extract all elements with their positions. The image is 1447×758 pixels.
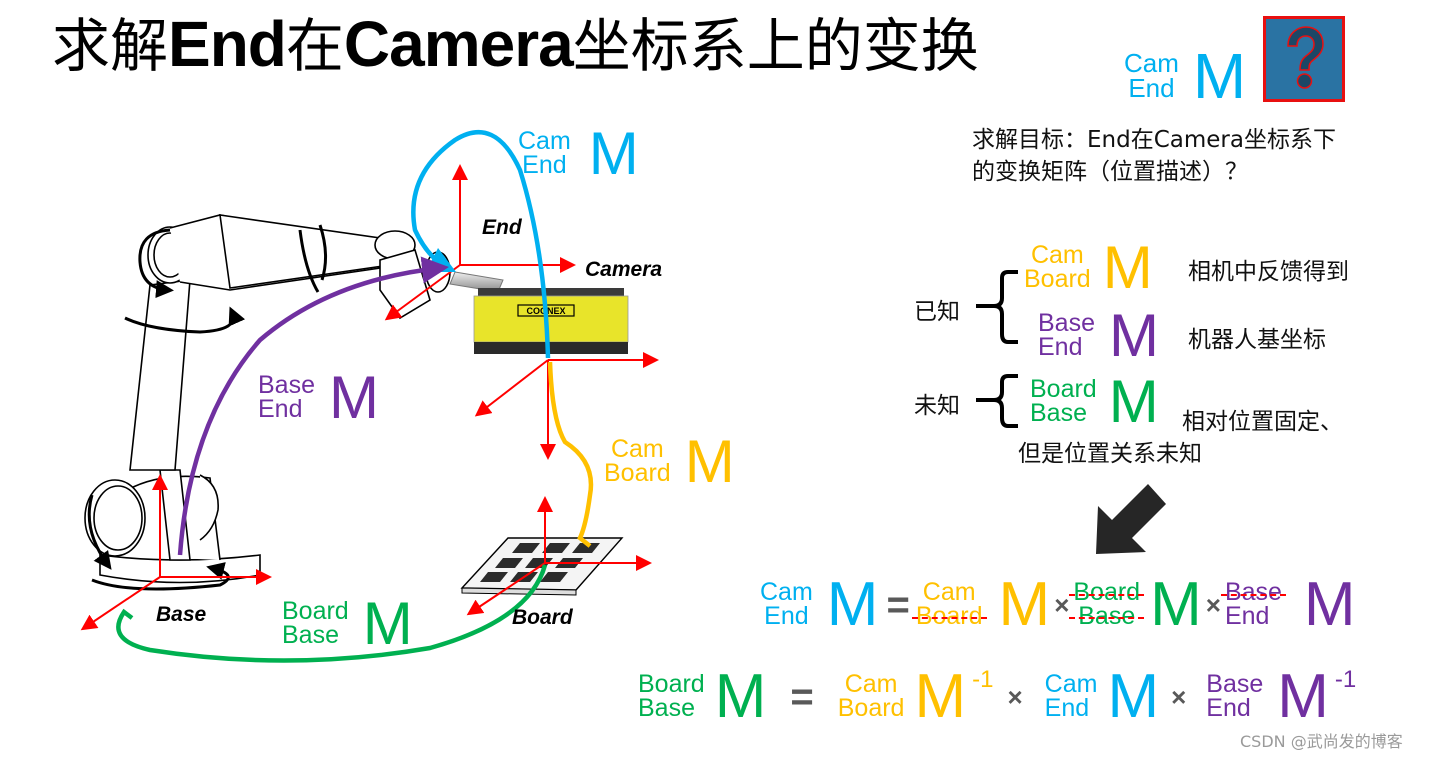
eq2-t2-exponent: -1 <box>1334 666 1357 693</box>
goal-text: 求解目标：End在Camera坐标系下 的变换矩阵（位置描述）？ <box>972 124 1336 188</box>
eq2-equals: = <box>790 674 814 719</box>
known-1-bottom: End <box>1038 333 1083 361</box>
unknown-0-bottom: Base <box>1030 399 1087 427</box>
diagram-label-base-end: Base End M <box>258 368 379 428</box>
frame-label-board: Board <box>512 606 573 629</box>
eq2-t1-symbol: M <box>1107 662 1160 731</box>
eq1-t0-bottom-struck: Board <box>911 602 987 630</box>
question-mark-icon <box>1287 26 1324 89</box>
goal-line1: 求解目标：End在Camera坐标系下 <box>972 127 1336 153</box>
eq2-term-cam-board: Cam Board M -1 <box>838 666 994 728</box>
known-matrix-cam-board: Cam Board M <box>1024 238 1153 298</box>
eq1-lhs: Cam End M <box>760 574 878 636</box>
eq2-term-base-end: Base End M -1 <box>1206 666 1356 728</box>
eq1-t1-bottom-struck: Base <box>1069 604 1144 629</box>
down-left-arrow-icon <box>1096 484 1166 554</box>
camera-device: COGNEX <box>449 271 629 354</box>
frame-label-base: Base <box>156 603 207 626</box>
diag-board-base-symbol: M <box>362 590 413 657</box>
eq1-t2-bottom: End <box>1224 602 1270 630</box>
eq1-term-cam-board: Cam Board M <box>911 570 1051 639</box>
known-1-note: 机器人基坐标 <box>1188 327 1326 353</box>
frame-label-camera: Camera <box>585 258 663 281</box>
eq1-lhs-bottom: End <box>764 602 809 630</box>
eq2-t0-bottom: Board <box>837 694 905 722</box>
unknown-0-symbol: M <box>1108 368 1159 435</box>
goal-line2: 的变换矩阵（位置描述）？ <box>972 159 1248 185</box>
eq1-times-1: × <box>1054 589 1070 620</box>
known-label: 已知 <box>914 299 960 325</box>
diagram-label-cam-board: Cam Board M <box>604 432 735 492</box>
cam-board-curve <box>547 361 594 548</box>
eq2-t0-symbol: M <box>914 662 967 731</box>
calibration-board <box>460 537 624 596</box>
eq1-lhs-symbol: M <box>826 570 879 639</box>
eq2-t1-bottom: End <box>1044 694 1090 722</box>
eq2-times-1: × <box>1007 681 1023 712</box>
equation-1: Cam End M = Cam Board M × Board Base M × Ba… <box>760 574 1356 636</box>
diag-base-end-symbol: M <box>328 364 379 431</box>
target-matrix: Cam End M <box>1124 44 1246 108</box>
diag-board-base-bottom: Base <box>282 621 339 649</box>
known-0-symbol: M <box>1102 234 1153 301</box>
diagram-label-board-base: Board Base M <box>282 594 413 654</box>
unknown-matrix-board-base: Board Base M <box>1030 372 1159 432</box>
unknown-label: 未知 <box>914 393 960 419</box>
known-brace-icon <box>976 270 1018 344</box>
unknown-brace-icon <box>976 374 1018 428</box>
target-matrix-symbol: M <box>1192 40 1247 112</box>
eq1-t2-top-struck: Base <box>1220 578 1286 607</box>
eq2-term-cam-end: Cam End M <box>1045 666 1159 728</box>
eq1-t1-symbol: M <box>1150 570 1202 639</box>
eq2-t0-exponent: -1 <box>972 666 994 693</box>
known-matrix-base-end: Base End M <box>1038 306 1159 366</box>
diagram-label-cam-end: Cam End M <box>518 124 639 184</box>
diag-cam-board-bottom: Board <box>604 459 671 487</box>
eq2-times-2: × <box>1171 681 1187 712</box>
eq1-equals: = <box>886 582 910 627</box>
eq1-term-base-end: Base End M <box>1220 570 1356 639</box>
eq1-t2-symbol: M <box>1303 570 1356 639</box>
eq1-term-board-base: Board Base M <box>1069 570 1202 639</box>
diag-base-end-bottom: End <box>258 395 303 423</box>
watermark: CSDN @武尚发的博客 <box>1240 732 1403 751</box>
diag-cam-end-bottom: End <box>522 151 567 179</box>
eq2-t2-symbol: M <box>1277 662 1329 731</box>
known-1-symbol: M <box>1108 302 1159 369</box>
eq2-lhs-bottom: Base <box>638 694 695 722</box>
diag-cam-end-symbol: M <box>588 120 639 187</box>
frame-label-end: End <box>482 216 522 239</box>
unknown-note-line1: 相对位置固定、 <box>1182 409 1343 435</box>
diag-cam-board-symbol: M <box>684 428 735 495</box>
target-matrix-bottom: End <box>1128 73 1175 103</box>
question-box <box>1263 16 1345 102</box>
known-0-bottom: Board <box>1024 265 1091 293</box>
unknown-note-line2: 但是位置关系未知 <box>1018 441 1202 467</box>
known-0-note: 相机中反馈得到 <box>1188 259 1349 285</box>
eq1-times-2: × <box>1205 589 1221 620</box>
eq1-t0-symbol: M <box>998 570 1051 639</box>
eq2-t2-bottom: End <box>1206 694 1251 722</box>
